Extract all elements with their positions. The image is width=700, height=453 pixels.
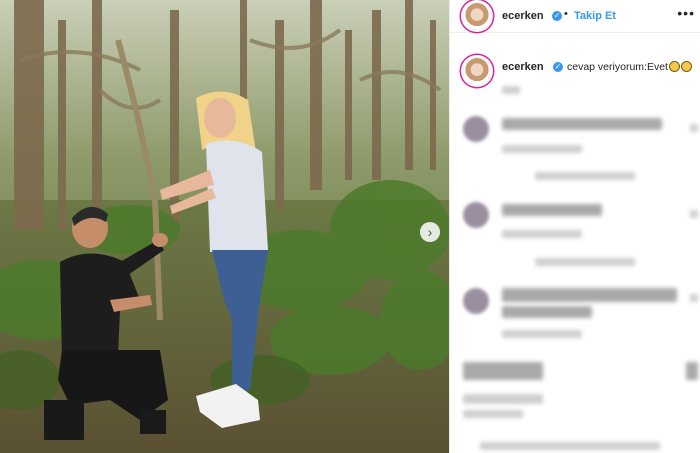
author-avatar[interactable] xyxy=(463,2,491,30)
blurred-comment-meta xyxy=(502,230,582,238)
blurred-replies-link xyxy=(535,258,635,266)
follow-button[interactable]: Takip Et xyxy=(574,10,616,22)
header-separator: • xyxy=(564,8,568,20)
blurred-replies-link xyxy=(535,172,635,180)
blurred-comment-meta xyxy=(502,330,582,338)
blurred-like-icon xyxy=(690,210,698,218)
forest-proposal-photo xyxy=(0,0,449,453)
caption-text-content: cevap veriyorum:Evet xyxy=(567,61,668,73)
emoji-icon xyxy=(668,61,680,72)
caption-avatar[interactable] xyxy=(463,57,491,85)
blurred-comment-text xyxy=(502,204,602,216)
verified-badge-icon: ✓ xyxy=(552,11,562,21)
blurred-timestamp xyxy=(502,86,520,94)
caption-username[interactable]: ecerken xyxy=(502,61,544,73)
blurred-action-icons xyxy=(463,362,543,380)
post-side-panel: ecerken ✓ • Takip Et ••• ecerken ✓ cevap… xyxy=(449,0,700,453)
blurred-comment-avatar xyxy=(463,288,489,314)
emoji-icon xyxy=(680,61,692,72)
blurred-add-comment xyxy=(480,442,660,450)
blurred-save-icon xyxy=(686,362,698,380)
blurred-comment-text xyxy=(502,118,662,130)
blurred-comment-meta xyxy=(502,145,582,153)
caption-text: cevap veriyorum:Evet xyxy=(567,61,692,73)
blurred-comment-text xyxy=(502,306,592,318)
caption-verified-badge-icon: ✓ xyxy=(553,62,563,72)
blurred-comment-avatar xyxy=(463,116,489,142)
blurred-like-icon xyxy=(690,294,698,302)
blurred-like-icon xyxy=(690,124,698,132)
blurred-likes-count xyxy=(463,394,543,404)
post-photo[interactable]: › xyxy=(0,0,449,453)
blurred-comment-text xyxy=(502,288,677,302)
post-header: ecerken ✓ • Takip Et ••• xyxy=(450,0,700,33)
more-options-icon[interactable]: ••• xyxy=(677,5,695,21)
blurred-comment-avatar xyxy=(463,202,489,228)
author-username[interactable]: ecerken xyxy=(502,10,544,22)
next-photo-button[interactable]: › xyxy=(420,222,440,242)
blurred-post-date xyxy=(463,410,523,418)
instagram-post-screenshot: › ecerken ✓ • Takip Et ••• ecerken ✓ cev… xyxy=(0,0,700,453)
